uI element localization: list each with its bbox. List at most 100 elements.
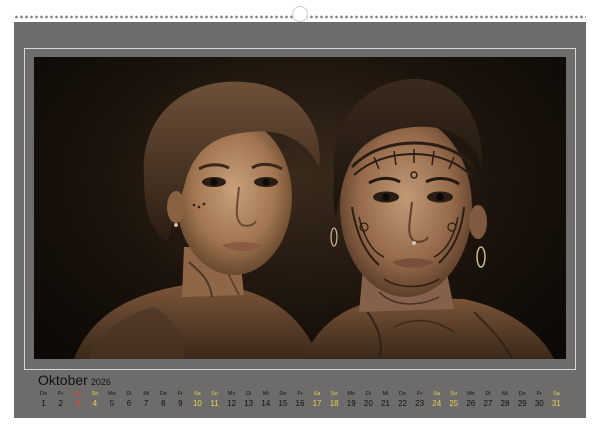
day-cell: So 25 bbox=[445, 390, 462, 416]
day-cell: Sa 17 bbox=[309, 390, 326, 416]
weekday-label: Fr bbox=[58, 391, 64, 397]
day-cell: Fr 30 bbox=[531, 390, 548, 416]
day-cell: Mi 21 bbox=[377, 390, 394, 416]
weekday-label: Mo bbox=[227, 391, 236, 397]
day-cell: Di 6 bbox=[120, 390, 137, 416]
day-number: 16 bbox=[295, 399, 305, 408]
weekday-label: Fr bbox=[417, 391, 423, 397]
weekday-label: Mo bbox=[467, 391, 475, 397]
day-number: 25 bbox=[449, 399, 459, 408]
day-number: 27 bbox=[483, 399, 493, 408]
weekday-label: So bbox=[450, 391, 458, 397]
day-number: 28 bbox=[500, 399, 510, 408]
weekday-label: Mo bbox=[108, 391, 116, 397]
spiral-binding bbox=[14, 6, 586, 22]
day-number: 18 bbox=[329, 399, 339, 408]
day-number: 15 bbox=[278, 399, 288, 408]
day-number: 17 bbox=[312, 399, 322, 408]
day-grid: Do 1 Fr 2 Sa 3 So 4 Mo 5 Di 6 Mi 7 Do 8 Fr 9 Sa 10 So 11 Mo 12 D… bbox=[35, 390, 565, 416]
day-number: 13 bbox=[244, 399, 254, 408]
weekday-label: Di bbox=[485, 391, 491, 397]
day-cell: So 11 bbox=[206, 390, 223, 416]
weekday-label: Do bbox=[279, 391, 287, 397]
day-number: 11 bbox=[210, 399, 219, 408]
weekday-label: So bbox=[91, 391, 99, 397]
day-cell: Do 15 bbox=[274, 390, 291, 416]
day-cell: Do 8 bbox=[155, 390, 172, 416]
month-name: Oktober bbox=[38, 372, 88, 388]
weekday-label: Do bbox=[518, 391, 526, 397]
day-number: 23 bbox=[415, 399, 425, 408]
weekday-label: Mi bbox=[382, 391, 389, 397]
day-number: 26 bbox=[466, 399, 476, 408]
weekday-label: Fr bbox=[297, 391, 303, 397]
day-cell: So 4 bbox=[86, 390, 103, 416]
day-number: 3 bbox=[75, 399, 80, 408]
weekday-label: Mi bbox=[143, 391, 150, 397]
day-number: 21 bbox=[380, 399, 390, 408]
day-cell: Mo 12 bbox=[223, 390, 240, 416]
day-cell: Sa 31 bbox=[548, 390, 565, 416]
day-cell: Mo 26 bbox=[462, 390, 479, 416]
day-cell: Do 29 bbox=[514, 390, 531, 416]
day-cell: Fr 23 bbox=[411, 390, 428, 416]
day-number: 7 bbox=[143, 399, 149, 408]
day-number: 5 bbox=[109, 399, 115, 408]
weekday-label: Mi bbox=[502, 391, 508, 397]
weekday-label: Sa bbox=[433, 391, 441, 397]
day-number: 8 bbox=[160, 399, 166, 408]
weekday-label: Mo bbox=[347, 391, 356, 397]
weekday-label: So bbox=[330, 391, 338, 397]
day-cell: Mo 19 bbox=[343, 390, 360, 416]
portrait-illustration bbox=[74, 78, 554, 359]
month-heading: Oktober 2026 bbox=[38, 372, 111, 388]
weekday-label: Do bbox=[399, 391, 407, 397]
weekday-label: Sa bbox=[74, 391, 82, 397]
day-number: 30 bbox=[534, 399, 544, 408]
weekday-label: Fr bbox=[536, 391, 542, 397]
weekday-label: Fr bbox=[177, 391, 183, 397]
weekday-label: Di bbox=[246, 391, 252, 397]
day-cell: Do 1 bbox=[35, 390, 52, 416]
weekday-label: Do bbox=[159, 391, 167, 397]
day-cell: Sa 24 bbox=[428, 390, 445, 416]
day-cell: Sa 3 bbox=[69, 390, 86, 416]
day-cell: Di 20 bbox=[360, 390, 377, 416]
year-label: 2026 bbox=[90, 377, 111, 387]
day-number: 31 bbox=[551, 399, 561, 408]
day-number: 1 bbox=[41, 399, 46, 408]
day-cell: Mi 14 bbox=[257, 390, 274, 416]
calendar-strip: Oktober 2026 Do 1 Fr 2 Sa 3 So 4 Mo 5 Di 6 Mi 7 Do 8 Fr 9 S… bbox=[14, 368, 586, 418]
day-cell: Sa 10 bbox=[189, 390, 206, 416]
weekday-label: Di bbox=[126, 391, 132, 397]
day-cell: Mi 7 bbox=[138, 390, 155, 416]
day-number: 19 bbox=[346, 399, 356, 408]
day-cell: Fr 9 bbox=[172, 390, 189, 416]
day-number: 14 bbox=[261, 399, 271, 408]
weekday-label: Di bbox=[365, 391, 371, 397]
day-number: 4 bbox=[92, 399, 98, 408]
day-cell: Mo 5 bbox=[103, 390, 120, 416]
weekday-label: Sa bbox=[313, 391, 321, 397]
weekday-label: Sa bbox=[552, 391, 560, 397]
day-cell: Fr 16 bbox=[291, 390, 308, 416]
day-number: 20 bbox=[363, 399, 373, 408]
day-number: 9 bbox=[178, 399, 183, 408]
day-cell: Mi 28 bbox=[497, 390, 514, 416]
day-number: 2 bbox=[58, 399, 63, 408]
portrait-photo bbox=[34, 57, 566, 359]
day-number: 22 bbox=[398, 399, 407, 408]
weekday-label: So bbox=[211, 391, 218, 397]
weekday-label: Mi bbox=[262, 391, 269, 397]
day-cell: So 18 bbox=[326, 390, 343, 416]
day-number: 12 bbox=[227, 399, 237, 408]
day-cell: Fr 2 bbox=[52, 390, 69, 416]
day-cell: Di 13 bbox=[240, 390, 257, 416]
calendar-page: Oktober 2026 Do 1 Fr 2 Sa 3 So 4 Mo 5 Di 6 Mi 7 Do 8 Fr 9 S… bbox=[14, 22, 586, 418]
day-cell: Do 22 bbox=[394, 390, 411, 416]
day-cell: Di 27 bbox=[479, 390, 496, 416]
weekday-label: Sa bbox=[194, 391, 201, 397]
day-number: 24 bbox=[432, 399, 442, 408]
day-number: 29 bbox=[517, 399, 527, 408]
day-number: 10 bbox=[192, 399, 202, 408]
